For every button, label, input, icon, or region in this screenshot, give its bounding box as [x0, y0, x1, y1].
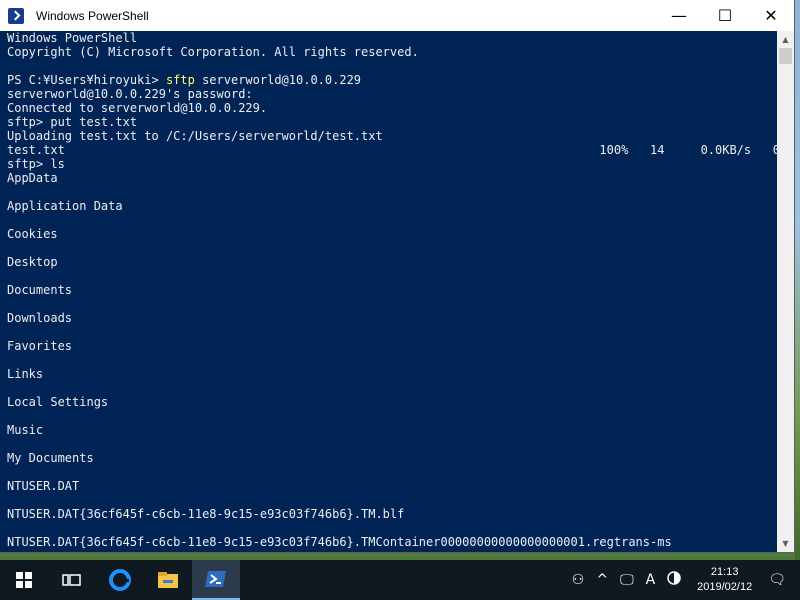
console-line: test.txt 100% 14 0.0KB/s 00:00 — [7, 143, 777, 157]
console-line: NTUSER.DAT{36cf645f-c6cb-11e8-9c15-e93c0… — [7, 507, 405, 521]
console-line: sftp> put test.txt — [7, 115, 138, 129]
console-line: NTUSER.DAT — [7, 479, 80, 493]
console-line: Uploading test.txt to /C:/Users/serverwo… — [7, 129, 383, 143]
ime-indicator[interactable]: A — [640, 572, 662, 588]
clock-time: 21:13 — [710, 566, 739, 578]
console-line: AppData — [7, 171, 58, 185]
notifications-icon[interactable]: 🗨 — [762, 572, 800, 588]
console-line: Documents — [7, 283, 73, 297]
title-bar[interactable]: Windows PowerShell — ☐ ✕ — [0, 0, 794, 31]
scroll-down-arrow-icon[interactable]: ▼ — [777, 535, 794, 552]
people-icon[interactable]: ⚇ — [566, 572, 591, 588]
desktop-background — [795, 0, 800, 560]
ime-mode-icon[interactable] — [661, 571, 687, 589]
console-line: My Documents — [7, 451, 94, 465]
console-line: PS C:¥Users¥hiroyuki> sftp serverworld@1… — [7, 73, 777, 87]
console-line: Links — [7, 367, 44, 381]
command-args: serverworld@10.0.0.229 — [194, 73, 362, 87]
network-icon[interactable]: 🖵 — [614, 572, 640, 588]
console-line: Music — [7, 423, 44, 437]
console-output[interactable]: Windows PowerShell Copyright (C) Microsof… — [0, 31, 777, 552]
file-explorer-icon[interactable] — [144, 560, 192, 600]
clock[interactable]: 21:13 2019/02/12 — [687, 565, 762, 595]
console-line: Cookies — [7, 227, 58, 241]
command-text: sftp — [165, 73, 195, 87]
windows-start-icon[interactable] — [0, 560, 48, 600]
scroll-thumb[interactable] — [779, 48, 792, 64]
show-hidden-icons-chevron-icon[interactable]: ^ — [590, 572, 614, 588]
scroll-up-arrow-icon[interactable]: ▲ — [777, 31, 794, 48]
console-line: Windows PowerShell — [7, 31, 138, 45]
powershell-icon — [8, 7, 24, 24]
console-line: Connected to serverworld@10.0.0.229. — [7, 101, 268, 115]
prompt-text: PS C:¥Users¥hiroyuki> — [7, 73, 166, 87]
console-line: Application Data — [7, 199, 123, 213]
edge-icon[interactable] — [96, 560, 144, 600]
window-title: Windows PowerShell — [36, 8, 149, 23]
console-line: Local Settings — [7, 395, 109, 409]
console-line: Copyright (C) Microsoft Corporation. All… — [7, 45, 419, 59]
minimize-button[interactable]: — — [656, 0, 702, 31]
task-view-icon[interactable] — [48, 560, 96, 600]
close-button[interactable]: ✕ — [748, 0, 794, 31]
console-line: Favorites — [7, 339, 73, 353]
powershell-window[interactable]: Windows PowerShell — ☐ ✕ Windows PowerSh… — [0, 0, 795, 553]
taskbar: ⚇ ^ 🖵 A 21:13 2019/02/12 🗨 — [0, 560, 800, 600]
console-line: sftp> ls — [7, 157, 65, 171]
console-line: NTUSER.DAT{36cf645f-c6cb-11e8-9c15-e93c0… — [7, 535, 672, 549]
system-tray: ⚇ ^ 🖵 A 21:13 2019/02/12 🗨 — [566, 560, 800, 600]
console-line: Desktop — [7, 255, 58, 269]
powershell-taskbar-button[interactable] — [192, 560, 240, 600]
maximize-button[interactable]: ☐ — [702, 0, 748, 31]
clock-date: 2019/02/12 — [697, 581, 753, 593]
console-line: serverworld@10.0.0.229's password: — [7, 87, 253, 101]
console-line: Downloads — [7, 311, 73, 325]
window-controls: — ☐ ✕ — [656, 0, 794, 31]
vertical-scrollbar[interactable]: ▲ ▼ — [777, 31, 794, 552]
